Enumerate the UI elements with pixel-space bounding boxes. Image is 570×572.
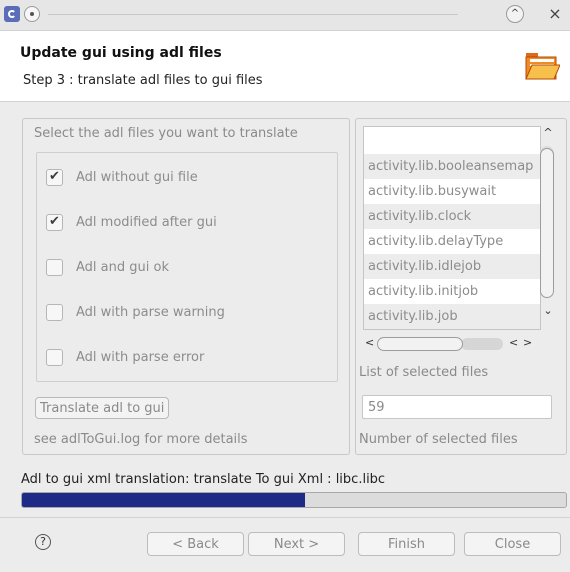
translate-button[interactable]: Translate adl to gui — [35, 397, 170, 419]
checkbox-adl-and-gui-ok[interactable]: Adl and gui ok — [46, 257, 169, 277]
list-item[interactable]: activity.lib.clock — [364, 204, 540, 229]
scroll-left-icon[interactable]: < — [509, 336, 518, 349]
checkbox-box[interactable] — [46, 168, 63, 186]
progress-fill — [22, 493, 305, 507]
filter-panel-title: Select the adl files you want to transla… — [34, 126, 298, 141]
checkbox-label: Adl modified after gui — [76, 214, 217, 230]
window-menu-icon[interactable] — [24, 6, 40, 22]
checkbox-label: Adl with parse error — [76, 349, 205, 365]
list-item[interactable]: activity.lib.initjob — [364, 279, 540, 304]
title-bar: ^ × — [0, 0, 570, 31]
checkbox-label: Adl without gui file — [76, 169, 198, 185]
horizontal-scrollbar[interactable]: < < > — [363, 336, 539, 354]
close-icon[interactable]: × — [546, 5, 564, 23]
list-item[interactable]: activity.lib.booleansemap — [364, 154, 540, 179]
checkbox-box[interactable] — [46, 258, 63, 276]
list-label: List of selected files — [359, 365, 489, 380]
checkbox-box[interactable] — [46, 213, 63, 231]
status-text: Adl to gui xml translation: translate To… — [21, 472, 386, 487]
folder-icon — [525, 53, 560, 80]
scroll-thumb[interactable] — [377, 337, 463, 351]
help-icon[interactable]: ? — [35, 534, 51, 550]
close-button[interactable]: Close — [464, 532, 561, 556]
checkbox-label: Adl with parse warning — [76, 304, 225, 320]
count-label: Number of selected files — [359, 432, 518, 447]
checkbox-box[interactable] — [46, 348, 63, 366]
checkbox-adl-without-gui[interactable]: Adl without gui file — [46, 167, 198, 187]
scroll-track[interactable] — [461, 338, 503, 350]
list-item[interactable]: activity.lib.idlejob — [364, 254, 540, 279]
back-button[interactable]: < Back — [147, 532, 244, 556]
next-button[interactable]: Next > — [248, 532, 345, 556]
checkbox-adl-modified-after-gui[interactable]: Adl modified after gui — [46, 212, 217, 232]
scroll-down-icon[interactable]: ⌄ — [539, 304, 557, 317]
wizard-header: Update gui using adl files Step 3 : tran… — [0, 31, 570, 102]
selected-count-field[interactable] — [362, 395, 552, 419]
scroll-thumb[interactable] — [540, 148, 554, 298]
vertical-scrollbar[interactable]: ^ ⌄ — [539, 126, 557, 330]
list-item[interactable] — [364, 127, 540, 152]
checkbox-box[interactable] — [46, 303, 63, 321]
scroll-right-icon[interactable]: > — [523, 336, 532, 349]
title-bar-divider — [48, 14, 458, 15]
page-subtitle: Step 3 : translate adl files to gui file… — [23, 73, 263, 88]
list-item[interactable]: activity.lib.job — [364, 304, 540, 329]
scroll-up-icon[interactable]: ^ — [539, 126, 557, 139]
maximize-icon[interactable]: ^ — [506, 5, 524, 23]
checkbox-adl-parse-error[interactable]: Adl with parse error — [46, 347, 204, 367]
scroll-left-icon[interactable]: < — [365, 336, 374, 349]
selected-files-list[interactable]: activity.lib.booleansemap activity.lib.b… — [363, 126, 541, 330]
footer-divider — [0, 517, 570, 518]
list-item[interactable]: activity.lib.busywait — [364, 179, 540, 204]
page-title: Update gui using adl files — [20, 45, 222, 61]
list-item[interactable]: activity.lib.delayType — [364, 229, 540, 254]
progress-bar — [21, 492, 567, 508]
checkbox-adl-parse-warning[interactable]: Adl with parse warning — [46, 302, 225, 322]
log-hint: see adlToGui.log for more details — [34, 432, 248, 447]
checkbox-label: Adl and gui ok — [76, 259, 169, 275]
eclipse-icon — [4, 6, 20, 22]
finish-button[interactable]: Finish — [358, 532, 455, 556]
